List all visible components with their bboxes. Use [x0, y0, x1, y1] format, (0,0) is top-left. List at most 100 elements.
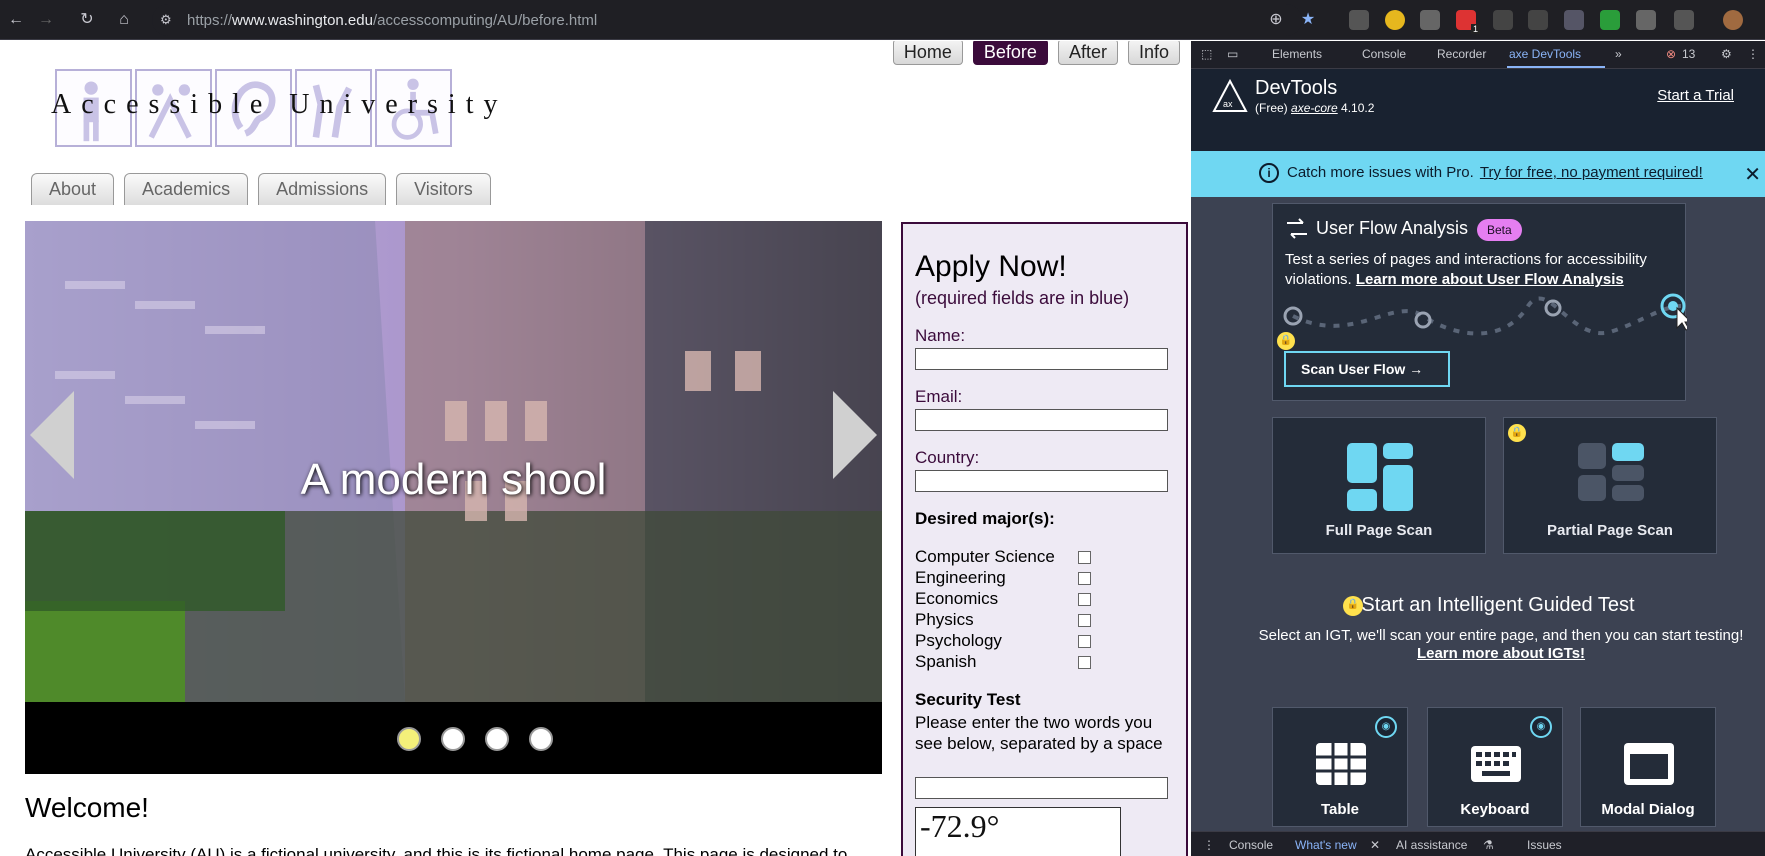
user-flow-icon [1287, 218, 1307, 239]
nav-home-button[interactable]: Home [892, 41, 963, 65]
drawer-tab-whats-new[interactable]: What's new [1295, 838, 1357, 852]
next-slide-arrow[interactable] [833, 391, 877, 479]
major-option: Engineering [915, 568, 1171, 589]
slide-dot[interactable] [529, 727, 553, 751]
active-tab-indicator [1507, 66, 1605, 68]
nav-info-button[interactable]: Info [1127, 41, 1180, 65]
partial-page-scan-card[interactable]: 🔒 Partial Page Scan [1503, 417, 1717, 554]
flask-icon: ⚗ [1483, 838, 1494, 852]
close-icon[interactable]: ✕ [1744, 162, 1761, 187]
name-field[interactable] [915, 348, 1168, 370]
tab-academics[interactable]: Academics [124, 173, 249, 205]
back-icon[interactable]: ← [4, 8, 28, 32]
extension-icon[interactable] [1636, 10, 1656, 30]
tab-about[interactable]: About [31, 173, 115, 205]
nav-after-button[interactable]: After [1057, 41, 1118, 65]
form-title: Apply Now! [915, 250, 1067, 283]
extension-icon[interactable] [1420, 10, 1440, 30]
full-page-scan-icon [1347, 443, 1413, 511]
more-tabs-icon[interactable]: » [1615, 47, 1622, 61]
extension-icon[interactable]: 1 [1456, 10, 1480, 34]
user-flow-description: Test a series of pages and interactions … [1285, 251, 1647, 288]
captcha-answer-field[interactable] [915, 777, 1168, 799]
full-page-scan-card[interactable]: Full Page Scan [1272, 417, 1486, 554]
device-toggle-icon[interactable]: ▭ [1227, 47, 1238, 61]
address-bar[interactable]: ⚙ https://www.washington.edu/accesscompu… [152, 4, 1302, 36]
modal-dialog-icon [1624, 743, 1674, 785]
logo-wordmark: Accessible University [51, 89, 508, 120]
major-option: Computer Science [915, 547, 1171, 568]
igt-modal-dialog-label: Modal Dialog [1601, 801, 1695, 818]
error-icon: ⊗ [1666, 47, 1677, 61]
partial-page-scan-label: Partial Page Scan [1547, 522, 1673, 539]
tab-visitors[interactable]: Visitors [396, 173, 491, 205]
drawer-menu-icon[interactable]: ⋮ [1203, 838, 1215, 852]
security-heading: Security Test [915, 690, 1021, 709]
nav-before-button[interactable]: Before [972, 41, 1048, 65]
notification-badge: 1 [1470, 24, 1480, 34]
forward-icon[interactable]: → [34, 8, 58, 32]
extension-icon[interactable] [1600, 10, 1620, 30]
tab-axe-devtools[interactable]: axe DevTools [1509, 47, 1581, 61]
igt-title: Start an Intelligent Guided Test [1361, 594, 1635, 616]
extensions-puzzle-icon[interactable] [1674, 10, 1694, 30]
profile-avatar[interactable] [1723, 10, 1743, 30]
close-icon[interactable]: ✕ [1370, 838, 1380, 852]
igt-keyboard-card[interactable]: ◉ Keyboard [1427, 707, 1563, 827]
slide-dot[interactable] [485, 727, 509, 751]
user-flow-card: User Flow Analysis Beta Test a series of… [1272, 203, 1687, 401]
image-carousel: A modern shool [25, 221, 882, 774]
error-count[interactable]: 13 [1682, 47, 1695, 61]
robot-icon: ◉ [1530, 716, 1552, 738]
security-instructions: Please enter the two words you see below… [915, 713, 1163, 753]
bookmark-star-icon[interactable]: ★ [1296, 8, 1320, 32]
scan-user-flow-button[interactable]: Scan User Flow → [1284, 351, 1450, 387]
site-logo[interactable]: Accessible University [51, 69, 498, 147]
drawer-tab-console[interactable]: Console [1229, 838, 1273, 852]
major-checkbox[interactable] [1078, 572, 1091, 585]
inspect-element-icon[interactable]: ⬚ [1201, 47, 1212, 61]
slide-caption: A modern shool [300, 455, 607, 504]
country-label: Country: [915, 448, 980, 467]
full-page-scan-label: Full Page Scan [1325, 522, 1433, 539]
major-option: Physics [915, 610, 1171, 631]
major-checkbox[interactable] [1078, 551, 1091, 564]
zoom-icon[interactable]: ⊕ [1264, 8, 1288, 32]
browser-toolbar: ← → ↻ ⌂ ⚙ https://www.washington.edu/acc… [0, 0, 1765, 40]
major-label: Spanish [915, 652, 977, 671]
email-field[interactable] [915, 409, 1168, 431]
extension-icon[interactable] [1385, 10, 1405, 30]
tab-elements[interactable]: Elements [1272, 47, 1322, 61]
extension-icon[interactable] [1564, 10, 1584, 30]
site-settings-icon[interactable]: ⚙ [160, 12, 176, 28]
country-field[interactable] [915, 470, 1168, 492]
slide-dot[interactable] [397, 727, 421, 751]
more-options-icon[interactable]: ⋮ [1747, 47, 1759, 61]
igt-table-card[interactable]: ◉ Table [1272, 707, 1408, 827]
igt-learn-link[interactable]: Learn more about IGTs! [1417, 645, 1585, 662]
previous-slide-arrow[interactable] [30, 391, 74, 479]
reload-icon[interactable]: ↻ [75, 8, 99, 32]
major-checkbox[interactable] [1078, 635, 1091, 648]
drawer-tab-issues[interactable]: Issues [1527, 838, 1562, 852]
slide-dot[interactable] [441, 727, 465, 751]
start-trial-link[interactable]: Start a Trial [1657, 87, 1734, 104]
drawer-tab-ai-assistance[interactable]: AI assistance [1396, 838, 1467, 852]
extension-icon[interactable] [1349, 10, 1369, 30]
igt-modal-dialog-card[interactable]: Modal Dialog [1580, 707, 1716, 827]
home-icon[interactable]: ⌂ [112, 8, 136, 32]
major-option: Spanish [915, 652, 1171, 673]
major-checkbox[interactable] [1078, 614, 1091, 627]
tab-admissions[interactable]: Admissions [258, 173, 387, 205]
tab-console[interactable]: Console [1362, 47, 1406, 61]
major-checkbox[interactable] [1078, 593, 1091, 606]
extension-icon[interactable] [1528, 10, 1548, 30]
major-checkbox[interactable] [1078, 656, 1091, 669]
promo-link[interactable]: Try for free, no payment required! [1480, 164, 1703, 181]
majors-heading: Desired major(s): [915, 509, 1055, 528]
beta-badge: Beta [1477, 219, 1522, 241]
settings-gear-icon[interactable]: ⚙ [1721, 47, 1732, 61]
extension-icon[interactable] [1493, 10, 1513, 30]
tab-recorder[interactable]: Recorder [1437, 47, 1486, 61]
user-flow-illustration [1283, 293, 1687, 336]
